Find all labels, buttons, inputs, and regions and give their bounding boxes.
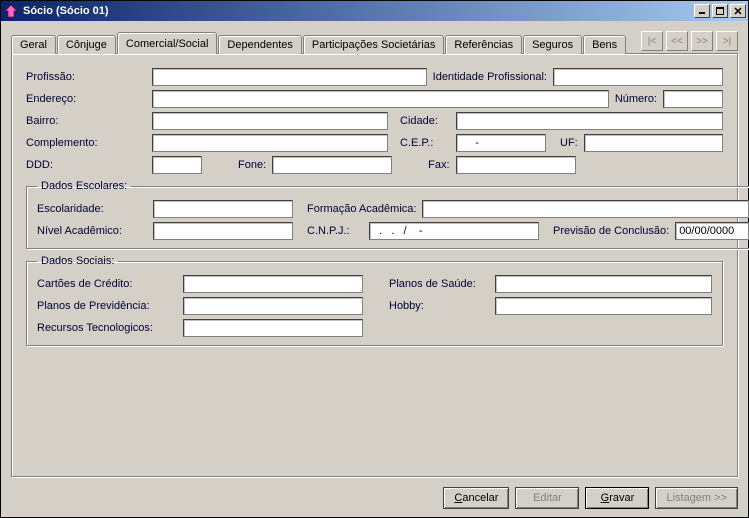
label-cartoes: Cartões de Crédito: bbox=[37, 278, 177, 290]
dados-escolares-legend: Dados Escolares: bbox=[37, 180, 131, 192]
label-bairro: Bairro: bbox=[26, 115, 146, 127]
nivel-academico-input[interactable] bbox=[153, 222, 293, 240]
planos-saude-input[interactable] bbox=[495, 275, 712, 293]
escolaridade-input[interactable] bbox=[153, 200, 293, 218]
label-numero: Número: bbox=[615, 93, 657, 105]
fax-input[interactable] bbox=[456, 156, 576, 174]
listagem-button[interactable]: Listagem >> bbox=[655, 487, 738, 509]
hobby-input[interactable] bbox=[495, 297, 712, 315]
dados-escolares-group: Dados Escolares: Escolaridade: Formação … bbox=[26, 180, 749, 249]
numero-input[interactable] bbox=[663, 90, 723, 108]
nav-last-button[interactable]: >| bbox=[716, 31, 738, 51]
cep-input[interactable] bbox=[456, 134, 546, 152]
label-fax: Fax: bbox=[428, 159, 449, 171]
label-profissao: Profissão: bbox=[26, 71, 146, 83]
tab-comercial-social[interactable]: Comercial/Social bbox=[117, 32, 218, 54]
window: Sócio (Sócio 01) Geral Cônjuge Comercial… bbox=[0, 0, 749, 518]
label-nivel-academico: Nível Acadêmico: bbox=[37, 225, 147, 237]
record-nav: |< << >> >| bbox=[641, 31, 738, 51]
label-cep: C.E.P.: bbox=[400, 137, 450, 149]
dados-sociais-group: Dados Sociais: Cartões de Crédito: Plano… bbox=[26, 255, 723, 346]
minimize-button[interactable] bbox=[694, 4, 710, 18]
label-escolaridade: Escolaridade: bbox=[37, 203, 147, 215]
label-formacao: Formação Acadêmica: bbox=[307, 203, 416, 215]
tab-conjuge[interactable]: Cônjuge bbox=[57, 35, 116, 54]
tabstrip: Geral Cônjuge Comercial/Social Dependent… bbox=[11, 31, 627, 53]
nav-prev-button[interactable]: << bbox=[666, 31, 688, 51]
label-planos-saude: Planos de Saúde: bbox=[389, 278, 489, 290]
label-cidade: Cidade: bbox=[400, 115, 450, 127]
button-bar: Cancelar Editar Gravar Listagem >> bbox=[1, 481, 748, 517]
gravar-button[interactable]: Gravar bbox=[585, 487, 649, 509]
fone-input[interactable] bbox=[272, 156, 392, 174]
label-hobby: Hobby: bbox=[389, 300, 489, 312]
nav-next-button[interactable]: >> bbox=[691, 31, 713, 51]
maximize-button[interactable] bbox=[712, 4, 728, 18]
window-title: Sócio (Sócio 01) bbox=[23, 5, 694, 17]
label-recursos: Recursos Tecnologicos: bbox=[37, 322, 177, 334]
cnpj-input[interactable] bbox=[369, 222, 539, 240]
tab-bens[interactable]: Bens bbox=[583, 35, 626, 54]
recursos-input[interactable] bbox=[183, 319, 363, 337]
tab-seguros[interactable]: Seguros bbox=[523, 35, 582, 54]
uf-input[interactable] bbox=[584, 134, 723, 152]
label-ddd: DDD: bbox=[26, 159, 146, 171]
tab-geral[interactable]: Geral bbox=[11, 35, 56, 54]
profissao-input[interactable] bbox=[152, 68, 427, 86]
close-button[interactable] bbox=[730, 4, 746, 18]
identidade-prof-input[interactable] bbox=[553, 68, 723, 86]
titlebar: Sócio (Sócio 01) bbox=[1, 1, 748, 21]
label-uf: UF: bbox=[560, 137, 578, 149]
ddd-input[interactable] bbox=[152, 156, 202, 174]
dados-sociais-legend: Dados Sociais: bbox=[37, 255, 118, 267]
nav-first-button[interactable]: |< bbox=[641, 31, 663, 51]
label-fone: Fone: bbox=[238, 159, 266, 171]
previsao-input[interactable] bbox=[675, 222, 749, 240]
label-identidade-prof: Identidade Profissional: bbox=[433, 71, 547, 83]
endereco-input[interactable] bbox=[152, 90, 609, 108]
label-cnpj: C.N.P.J.: bbox=[307, 225, 363, 237]
planos-prev-input[interactable] bbox=[183, 297, 363, 315]
label-planos-prev: Planos de Previdência: bbox=[37, 300, 177, 312]
editar-button[interactable]: Editar bbox=[515, 487, 579, 509]
label-complemento: Complemento: bbox=[26, 137, 146, 149]
complemento-input[interactable] bbox=[152, 134, 388, 152]
tab-participacoes[interactable]: Participações Societárias bbox=[303, 35, 445, 54]
cidade-input[interactable] bbox=[456, 112, 723, 130]
label-endereco: Endereço: bbox=[26, 93, 146, 105]
cartoes-input[interactable] bbox=[183, 275, 363, 293]
label-previsao: Previsão de Conclusão: bbox=[553, 225, 669, 237]
app-icon bbox=[3, 3, 19, 19]
tab-dependentes[interactable]: Dependentes bbox=[218, 35, 301, 54]
tab-panel: Profissão: Identidade Profissional: Ende… bbox=[11, 53, 738, 477]
formacao-input[interactable] bbox=[422, 200, 749, 218]
tab-referencias[interactable]: Referências bbox=[445, 35, 522, 54]
cancelar-button[interactable]: Cancelar bbox=[443, 487, 509, 509]
bairro-input[interactable] bbox=[152, 112, 388, 130]
